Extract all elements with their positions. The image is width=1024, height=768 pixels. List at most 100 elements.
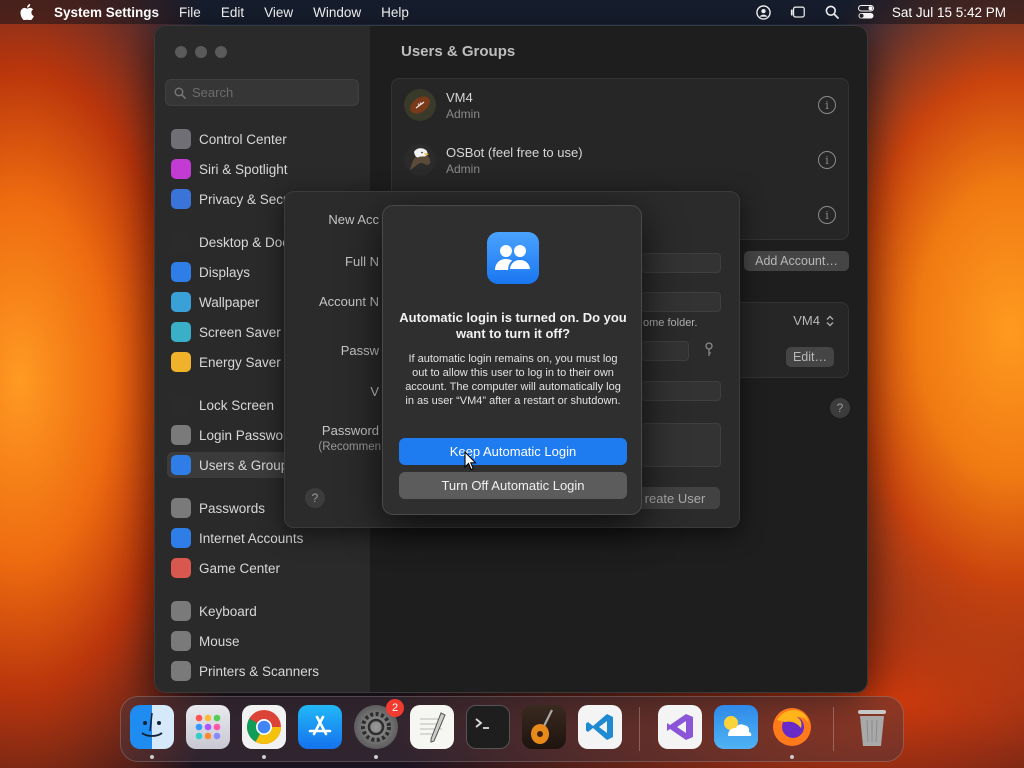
edit-button[interactable]: Edit…: [786, 347, 834, 367]
info-icon[interactable]: i: [818, 206, 836, 224]
key-icon[interactable]: [704, 342, 714, 363]
sidebar-item-printers-scanners[interactable]: Printers & Scanners: [167, 658, 359, 684]
home-folder-note: ome folder.: [643, 317, 698, 329]
user-role: Admin: [446, 161, 481, 176]
sidebar-item-label: Control Center: [199, 131, 287, 147]
firefox-icon[interactable]: [770, 705, 814, 749]
sidebar-item-label: Users & Groups: [199, 457, 296, 473]
page-title: Users & Groups: [401, 43, 516, 60]
account-name-label: Account N: [319, 294, 379, 309]
menu-file[interactable]: File: [179, 5, 201, 20]
sidebar-item-internet-accounts[interactable]: Internet Accounts: [167, 525, 359, 551]
menu-help[interactable]: Help: [381, 5, 409, 20]
stage-manager-icon[interactable]: [790, 4, 806, 20]
notification-badge: 2: [386, 699, 404, 717]
full-name-label: Full N: [345, 254, 379, 269]
menu-bar: System Settings File Edit View Window He…: [0, 0, 1024, 24]
user-row-osbot[interactable]: OSBot (feel free to use) Admin i: [404, 138, 840, 182]
password-hint-field[interactable]: [641, 423, 721, 467]
vscode-icon[interactable]: [578, 705, 622, 749]
control-center-icon[interactable]: [857, 4, 874, 20]
wallpaper-icon: [171, 292, 191, 312]
dock-icon: [171, 232, 191, 252]
search-input[interactable]: [192, 85, 352, 100]
menu-view[interactable]: View: [264, 5, 293, 20]
lock-icon: [171, 425, 191, 445]
verify-label: V: [370, 384, 379, 399]
user-role: Admin: [446, 106, 481, 121]
automatic-login-value: VM4: [793, 313, 820, 328]
lightbulb-icon: [171, 352, 191, 372]
sidebar-item-label: Desktop & Dock: [199, 234, 296, 250]
sidebar-item-label: Screen Saver: [199, 324, 281, 340]
app-name-menu[interactable]: System Settings: [54, 5, 159, 20]
menu-clock[interactable]: Sat Jul 15 5:42 PM: [892, 5, 1006, 20]
user-row-vm4[interactable]: VM4 Admin i: [404, 83, 840, 127]
sidebar-item-control-center[interactable]: Control Center: [167, 126, 359, 152]
account-name-field[interactable]: [641, 292, 721, 312]
chevron-updown-icon: [826, 315, 834, 326]
search-field[interactable]: [165, 79, 359, 106]
help-button[interactable]: ?: [830, 398, 850, 418]
weather-icon[interactable]: [714, 705, 758, 749]
running-indicator: [150, 755, 154, 759]
system-settings-icon[interactable]: 2: [354, 699, 404, 749]
visual-studio-icon[interactable]: [658, 705, 702, 749]
keep-automatic-login-button[interactable]: Keep Automatic Login: [399, 438, 627, 465]
user-name: VM4: [446, 89, 473, 105]
minimize-button[interactable]: [195, 46, 207, 58]
info-icon[interactable]: i: [818, 151, 836, 169]
zoom-button[interactable]: [215, 46, 227, 58]
terminal-icon[interactable]: [466, 705, 510, 749]
sidebar-item-label: Keyboard: [199, 603, 257, 619]
user-account-icon[interactable]: [756, 4, 772, 20]
sidebar-item-mouse[interactable]: Mouse: [167, 628, 359, 654]
running-indicator: [374, 755, 378, 759]
sidebar-item-keyboard[interactable]: Keyboard: [167, 598, 359, 624]
football-avatar: [404, 89, 436, 121]
recommended-label: (Recommen: [318, 441, 381, 453]
automatic-login-select[interactable]: VM4: [793, 313, 834, 328]
sun-icon: [171, 262, 191, 282]
alert-message: If automatic login remains on, you must …: [405, 353, 621, 407]
mouse-icon: [171, 631, 191, 651]
menu-window[interactable]: Window: [313, 5, 361, 20]
running-indicator: [790, 755, 794, 759]
info-icon[interactable]: i: [818, 96, 836, 114]
lock-icon: [171, 395, 191, 415]
finder-icon[interactable]: [130, 705, 174, 749]
app-store-icon[interactable]: [298, 705, 342, 749]
close-button[interactable]: [175, 46, 187, 58]
running-indicator: [262, 755, 266, 759]
siri-icon: [171, 159, 191, 179]
sidebar-item-label: Energy Saver: [199, 354, 281, 370]
verify-field[interactable]: [641, 381, 721, 401]
sidebar-item-game-center[interactable]: Game Center: [167, 555, 359, 581]
help-button[interactable]: ?: [305, 488, 325, 508]
dock: 2: [120, 696, 904, 762]
launchpad-icon[interactable]: [186, 705, 230, 749]
new-account-label: New Acc: [328, 212, 379, 227]
chrome-icon[interactable]: [242, 705, 286, 749]
add-account-button[interactable]: Add Account…: [744, 251, 849, 271]
game-center-icon: [171, 558, 191, 578]
sidebar-item-label: Passwords: [199, 500, 266, 516]
trash-icon[interactable]: [850, 705, 894, 749]
screen-saver-icon: [171, 322, 191, 342]
sidebar-item-label: Printers & Scanners: [199, 663, 320, 679]
create-user-button[interactable]: reate User: [630, 487, 720, 509]
search-icon[interactable]: [824, 4, 840, 20]
menu-edit[interactable]: Edit: [221, 5, 244, 20]
sidebar-item-siri-spotlight[interactable]: Siri & Spotlight: [167, 156, 359, 182]
window-controls: [175, 46, 227, 58]
automatic-login-alert: Automatic login is turned on. Do you wan…: [382, 205, 642, 515]
textedit-icon[interactable]: [410, 705, 454, 749]
turn-off-automatic-login-button[interactable]: Turn Off Automatic Login: [399, 472, 627, 499]
apple-icon[interactable]: [18, 3, 36, 21]
full-name-field[interactable]: [641, 253, 721, 273]
password-label: Passw: [340, 343, 379, 358]
sidebar-item-label: Siri & Spotlight: [199, 161, 288, 177]
users-icon: [171, 455, 191, 475]
garageband-icon[interactable]: [522, 705, 566, 749]
password-field[interactable]: [641, 341, 689, 361]
